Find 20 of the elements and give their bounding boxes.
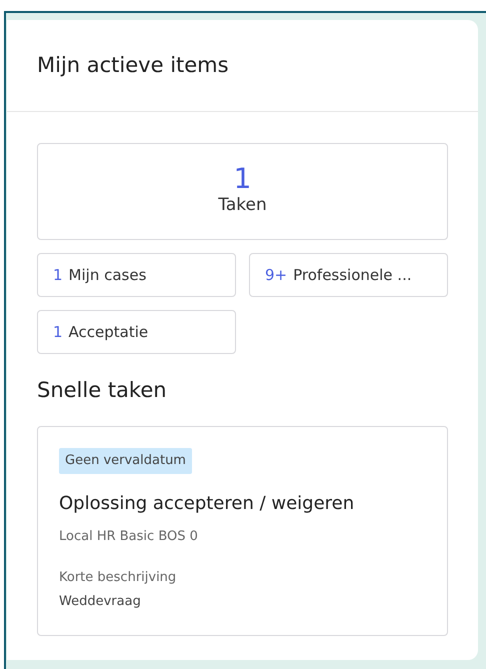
task-card[interactable]: Geen vervaldatum Oplossing accepteren / weigeren Local HR Basic BOS 0 Korte beschrijving Weddevraag — [37, 426, 448, 636]
count-number: 1 — [234, 164, 252, 193]
section-title: Snelle taken — [37, 378, 168, 404]
tile-label: Professionele ... — [293, 264, 412, 286]
task-title: Oplossing accepteren / weigeren — [59, 492, 356, 516]
count-number: 1 — [53, 322, 63, 343]
tile-label: Mijn cases — [68, 264, 146, 286]
panel-title: Mijn actieve items — [37, 52, 229, 78]
field-label: Korte beschrijving — [59, 569, 178, 588]
task-subtitle: Local HR Basic BOS 0 — [59, 528, 199, 546]
tile-label: Acceptatie — [68, 322, 148, 343]
count-number: 1 — [53, 264, 63, 286]
field-value: Weddevraag — [59, 592, 142, 611]
tile-label: Taken — [218, 194, 267, 217]
count-number: 9+ — [265, 264, 288, 286]
summary-tile[interactable]: 1 Acceptatie — [37, 310, 236, 354]
tasks-tile[interactable]: 1 Taken — [37, 143, 448, 240]
summary-tile[interactable]: 9+ Professionele ... — [249, 253, 448, 297]
due-date-tag: Geen vervaldatum — [59, 448, 192, 474]
summary-tile[interactable]: 1 Mijn cases — [37, 253, 236, 297]
